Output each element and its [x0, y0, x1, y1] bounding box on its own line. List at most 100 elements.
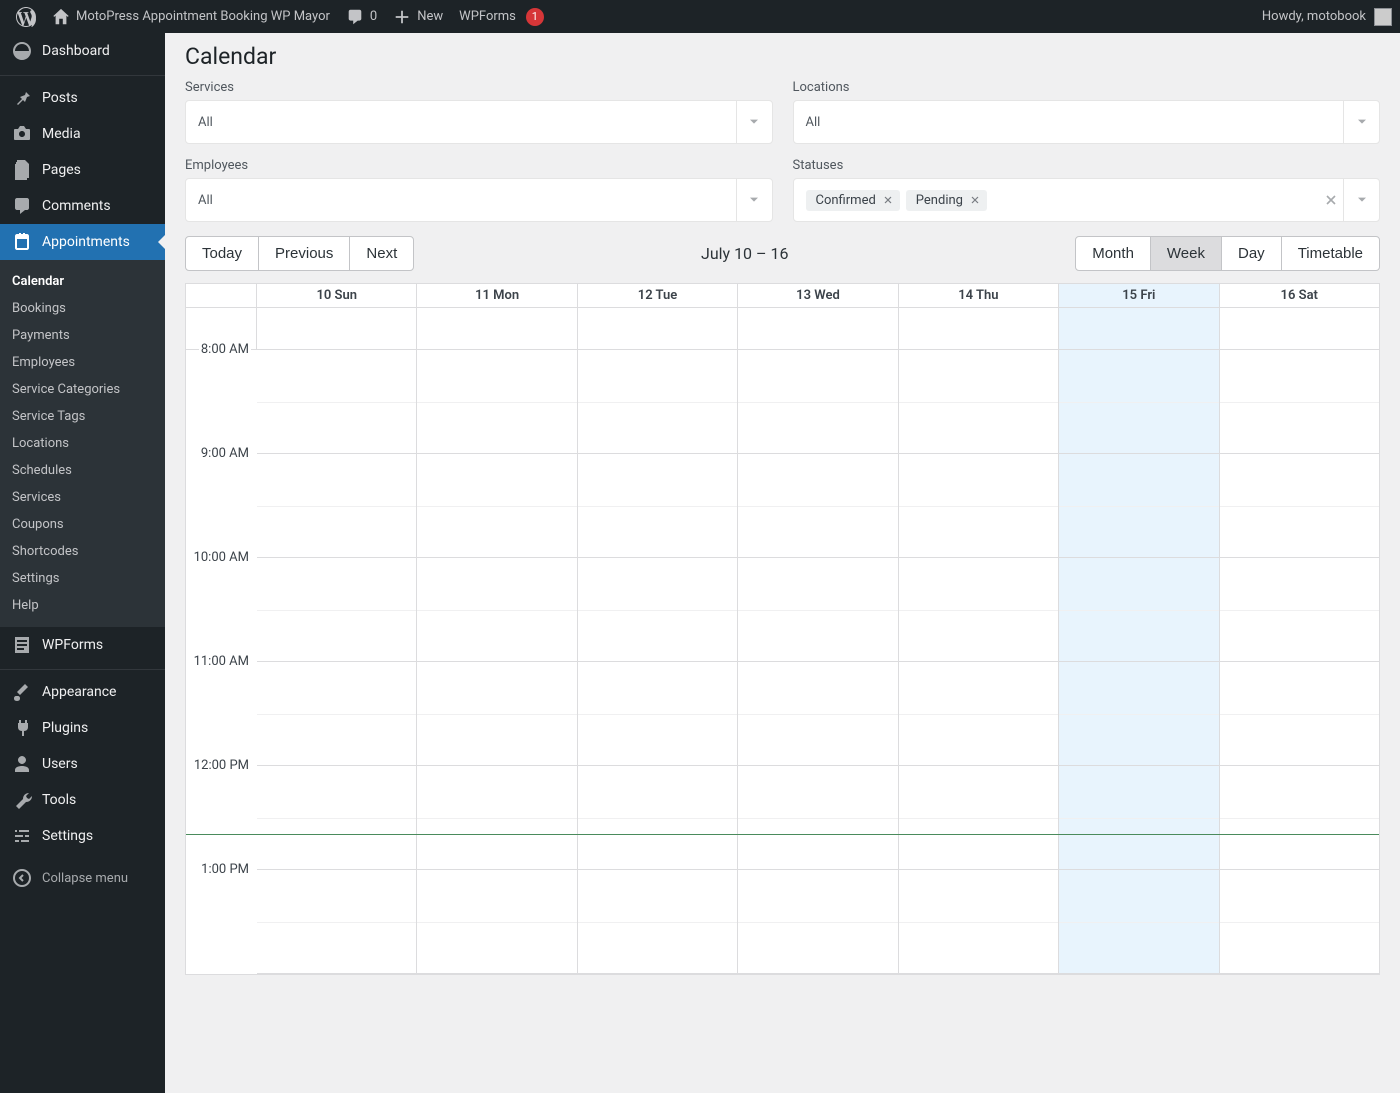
allday-cell[interactable] [738, 308, 898, 349]
submenu-item-shortcodes[interactable]: Shortcodes [0, 538, 165, 565]
submenu-item-bookings[interactable]: Bookings [0, 295, 165, 322]
submenu-item-employees[interactable]: Employees [0, 349, 165, 376]
chevron-down-icon [736, 101, 772, 143]
user-icon [12, 754, 32, 774]
time-label: 12:00 PM [192, 758, 251, 773]
sidebar-item-label: Pages [42, 162, 81, 178]
site-link[interactable]: MotoPress Appointment Booking WP Mayor [44, 0, 338, 33]
allday-cell[interactable] [1059, 308, 1219, 349]
locations-select[interactable]: All [793, 100, 1381, 144]
sidebar-item-wpforms[interactable]: WPForms [0, 627, 165, 663]
day-column[interactable] [738, 350, 898, 974]
plus-icon [393, 8, 411, 26]
sidebar-item-label: WPForms [42, 637, 103, 653]
comments-link[interactable]: 0 [338, 0, 385, 33]
status-tag-confirmed: Confirmed [806, 190, 900, 211]
sidebar-item-tools[interactable]: Tools [0, 782, 165, 818]
locations-value: All [806, 115, 1344, 130]
allday-cell[interactable] [1220, 308, 1379, 349]
submenu-item-schedules[interactable]: Schedules [0, 457, 165, 484]
submenu-item-locations[interactable]: Locations [0, 430, 165, 457]
remove-tag-icon[interactable] [882, 194, 894, 206]
day-header[interactable]: 14 Thu [899, 284, 1059, 307]
collapse-label: Collapse menu [42, 871, 128, 886]
day-column-today[interactable] [1059, 350, 1219, 974]
account-link[interactable]: Howdy, motobook [1262, 8, 1392, 26]
sidebar-item-label: Posts [42, 90, 78, 106]
sidebar-item-plugins[interactable]: Plugins [0, 710, 165, 746]
services-select[interactable]: All [185, 100, 773, 144]
tag-label: Confirmed [816, 193, 876, 208]
date-range: July 10 – 16 [414, 244, 1075, 263]
chevron-down-icon [1343, 179, 1379, 221]
wp-logo[interactable] [8, 0, 44, 33]
view-timetable-button[interactable]: Timetable [1281, 236, 1380, 271]
sidebar-item-appointments[interactable]: Appointments [0, 224, 165, 260]
wpforms-label: WPForms [459, 9, 516, 24]
admin-sidebar: Dashboard Posts Media Pages Comments App… [0, 33, 165, 1093]
submenu-item-settings[interactable]: Settings [0, 565, 165, 592]
day-header[interactable]: 15 Fri [1059, 284, 1219, 307]
view-week-button[interactable]: Week [1150, 236, 1222, 271]
status-tag-pending: Pending [906, 190, 987, 211]
submenu-item-help[interactable]: Help [0, 592, 165, 619]
day-header[interactable]: 12 Tue [578, 284, 738, 307]
media-icon [12, 124, 32, 144]
statuses-select[interactable]: Confirmed Pending [793, 178, 1381, 222]
submenu-item-calendar[interactable]: Calendar [0, 268, 165, 295]
sidebar-item-dashboard[interactable]: Dashboard [0, 33, 165, 69]
new-label: New [417, 9, 443, 24]
next-button[interactable]: Next [349, 236, 414, 271]
now-indicator [186, 834, 1379, 835]
sidebar-item-appearance[interactable]: Appearance [0, 674, 165, 710]
day-header[interactable]: 10 Sun [257, 284, 417, 307]
day-header[interactable]: 11 Mon [417, 284, 577, 307]
submenu-item-coupons[interactable]: Coupons [0, 511, 165, 538]
submenu-item-service-tags[interactable]: Service Tags [0, 403, 165, 430]
pin-icon [12, 88, 32, 108]
sidebar-item-label: Appointments [42, 234, 130, 250]
allday-row [186, 308, 1379, 350]
view-month-button[interactable]: Month [1075, 236, 1151, 271]
chevron-down-icon [736, 179, 772, 221]
allday-cell[interactable] [899, 308, 1059, 349]
day-column[interactable] [899, 350, 1059, 974]
sidebar-item-users[interactable]: Users [0, 746, 165, 782]
sidebar-item-media[interactable]: Media [0, 116, 165, 152]
admin-bar: MotoPress Appointment Booking WP Mayor 0… [0, 0, 1400, 33]
employees-select[interactable]: All [185, 178, 773, 222]
services-label: Services [185, 80, 773, 95]
tag-label: Pending [916, 193, 963, 208]
today-button[interactable]: Today [185, 236, 259, 271]
sidebar-item-pages[interactable]: Pages [0, 152, 165, 188]
sidebar-item-label: Comments [42, 198, 111, 214]
allday-cell[interactable] [417, 308, 577, 349]
submenu-item-service-categories[interactable]: Service Categories [0, 376, 165, 403]
submenu-item-payments[interactable]: Payments [0, 322, 165, 349]
chevron-down-icon [1343, 101, 1379, 143]
time-label: 1:00 PM [199, 862, 251, 877]
day-header[interactable]: 13 Wed [738, 284, 898, 307]
previous-button[interactable]: Previous [258, 236, 350, 271]
new-link[interactable]: New [385, 0, 451, 33]
sidebar-item-label: Media [42, 126, 81, 142]
sidebar-item-settings[interactable]: Settings [0, 818, 165, 854]
sidebar-item-posts[interactable]: Posts [0, 80, 165, 116]
day-column[interactable] [417, 350, 577, 974]
submenu-item-services[interactable]: Services [0, 484, 165, 511]
clear-all-icon[interactable] [1323, 192, 1339, 208]
allday-cell[interactable] [257, 308, 417, 349]
page-title: Calendar [185, 43, 1380, 70]
day-header[interactable]: 16 Sat [1220, 284, 1379, 307]
wpforms-link[interactable]: WPForms 1 [451, 0, 552, 33]
collapse-menu[interactable]: Collapse menu [0, 860, 165, 896]
calendar-header-row: 10 Sun 11 Mon 12 Tue 13 Wed 14 Thu 15 Fr… [186, 284, 1379, 308]
main-content: Calendar Services All Employees All [165, 33, 1400, 1093]
view-day-button[interactable]: Day [1221, 236, 1282, 271]
sidebar-item-comments[interactable]: Comments [0, 188, 165, 224]
allday-cell[interactable] [578, 308, 738, 349]
remove-tag-icon[interactable] [969, 194, 981, 206]
day-column[interactable] [1220, 350, 1379, 974]
day-column[interactable] [257, 350, 417, 974]
day-column[interactable] [578, 350, 738, 974]
